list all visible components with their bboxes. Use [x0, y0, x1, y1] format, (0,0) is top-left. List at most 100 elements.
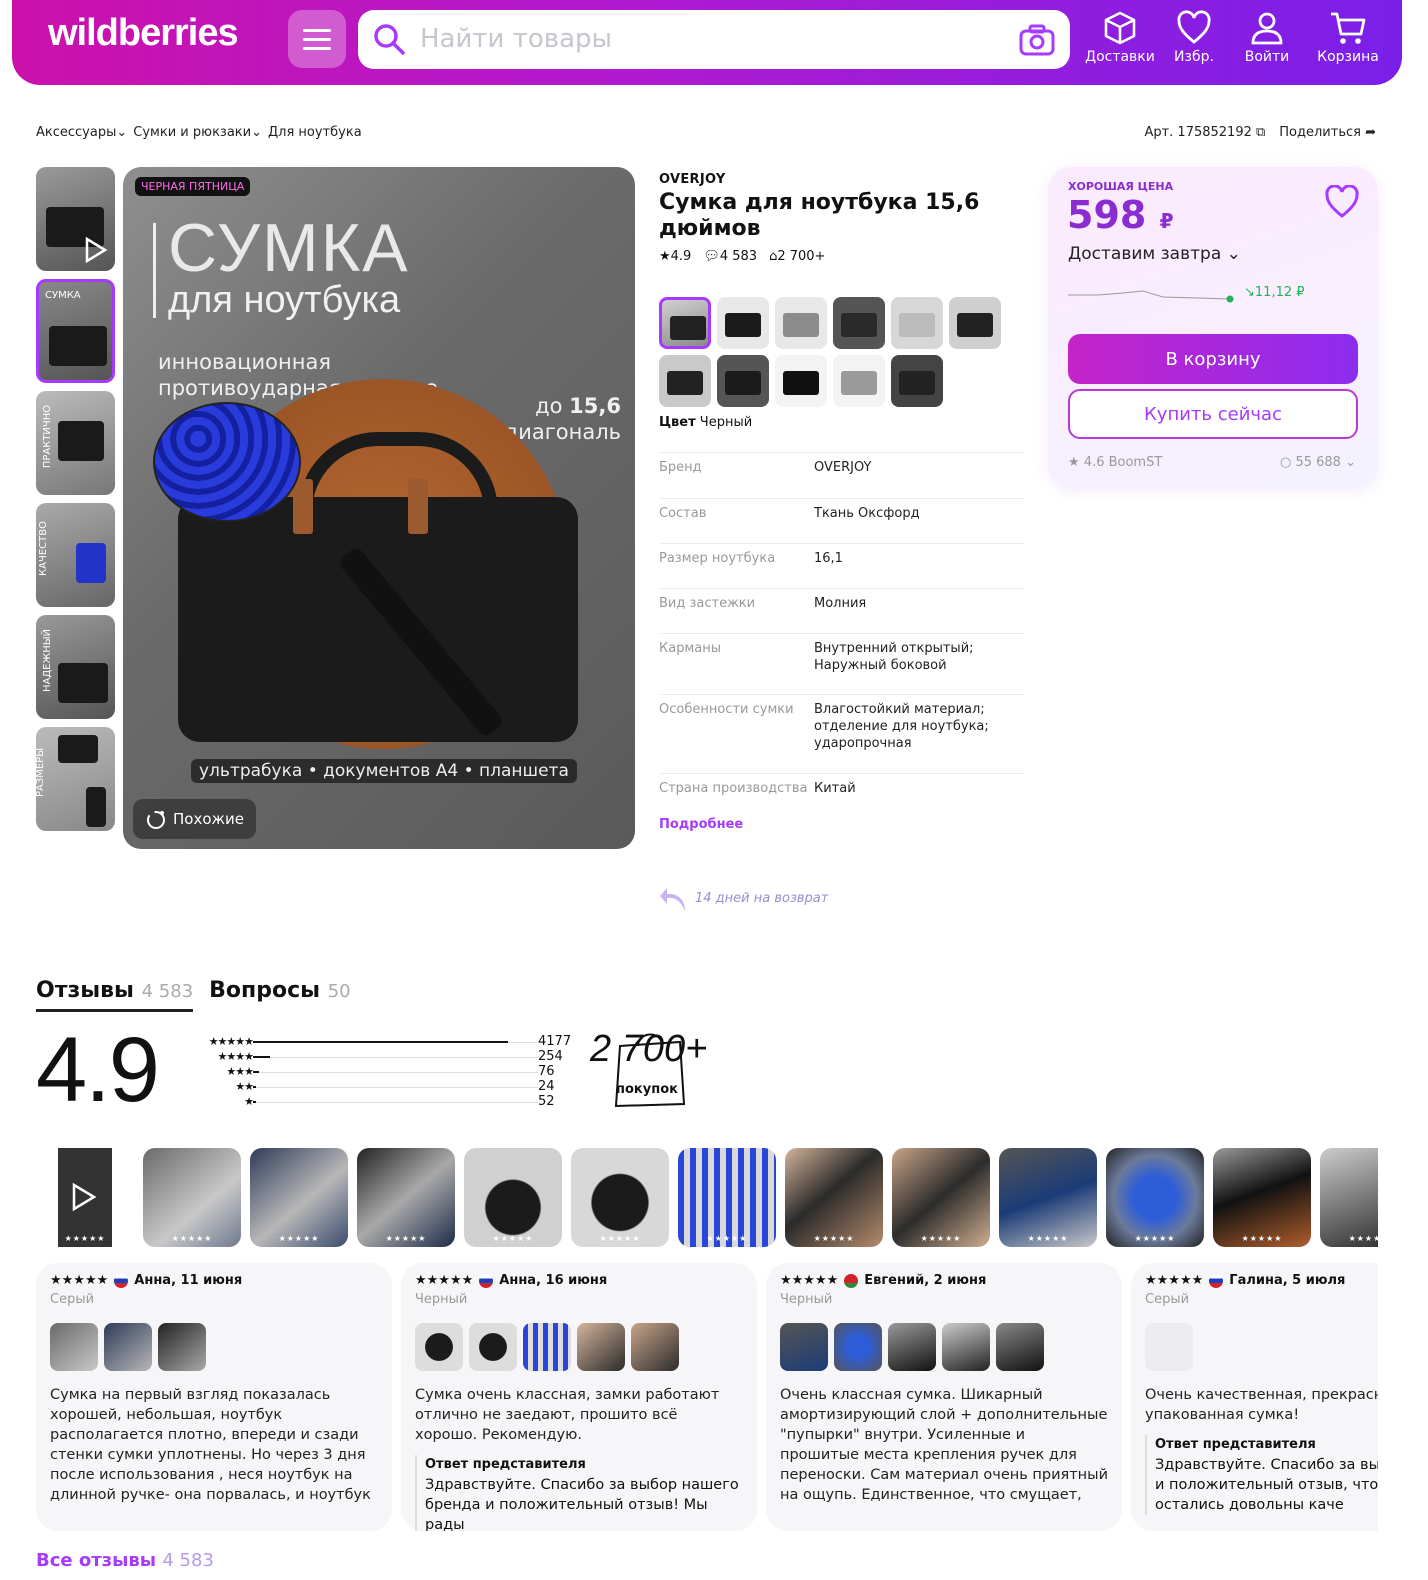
logo[interactable]: wildberries: [48, 12, 239, 55]
review-card: ★★★★★ Галина, 5 июля Серый Очень качестве…: [1131, 1263, 1378, 1531]
color-swatch[interactable]: [717, 355, 769, 407]
review-thumb[interactable]: [104, 1323, 152, 1371]
spec-value: Внутренний открытый; Наруж­ный боковой: [814, 641, 974, 673]
review-thumb[interactable]: [780, 1323, 828, 1371]
buy-now-button[interactable]: Купить сейчас: [1068, 389, 1358, 439]
review-photo[interactable]: ★★★★★: [357, 1148, 455, 1247]
review-photo[interactable]: ★★★★★: [143, 1148, 241, 1247]
seller-rating[interactable]: ★ 4.6 BoomST: [1068, 455, 1162, 470]
color-swatch[interactable]: [659, 355, 711, 407]
rating-bar: ★★★★★ 4177: [183, 1034, 571, 1049]
review-thumb[interactable]: [631, 1323, 679, 1371]
product-title: Сумка для ноутбука 15,6 дюймов: [659, 190, 980, 241]
bar-fill: [253, 1040, 508, 1043]
all-reviews-link[interactable]: Все отзывы 4 583: [36, 1550, 214, 1571]
color-key: Цвет: [659, 415, 696, 430]
review-thumb[interactable]: [523, 1323, 571, 1371]
search-input[interactable]: Найти товары: [420, 24, 612, 123]
favorite-heart-icon[interactable]: [1324, 185, 1360, 219]
review-photo[interactable]: ★★★★★: [1106, 1148, 1204, 1247]
tab-questions[interactable]: Вопросы 50: [209, 978, 350, 1012]
color-label: Цвет Черный: [659, 415, 1024, 430]
review-stars: ★★★★★: [780, 1273, 839, 1288]
delivery-select[interactable]: Доставим завтра ⌄: [1068, 244, 1241, 264]
thumbnail[interactable]: [36, 167, 115, 271]
color-swatch[interactable]: [833, 297, 885, 349]
review-photo[interactable]: ★★★★★: [678, 1148, 776, 1247]
color-swatch[interactable]: [891, 355, 943, 407]
review-photo[interactable]: ★★★★★: [785, 1148, 883, 1247]
similar-button[interactable]: Похожие: [133, 799, 257, 839]
color-swatch[interactable]: [949, 297, 1001, 349]
rating[interactable]: ★4.9: [659, 249, 691, 264]
favorites-link[interactable]: Избр.: [1155, 10, 1233, 65]
photo-stars: ★★★★★: [920, 1234, 962, 1243]
menu-button[interactable]: [288, 10, 346, 68]
return-policy[interactable]: 14 дней на возврат: [659, 883, 828, 913]
review-photo[interactable]: ★★★★★: [1320, 1148, 1378, 1247]
camera-icon[interactable]: [1018, 23, 1056, 57]
review-images: [415, 1323, 743, 1371]
review-photo[interactable]: ★★★★★: [1213, 1148, 1311, 1247]
price-currency: ₽: [1159, 209, 1174, 233]
main-product-image[interactable]: ЧЕРНАЯ ПЯТНИЦА СУМКА для ноутбука иннова…: [123, 167, 635, 849]
tab-reviews[interactable]: Отзывы 4 583: [36, 978, 194, 1012]
color-swatch[interactable]: [833, 355, 885, 407]
review-thumb[interactable]: [577, 1323, 625, 1371]
color-swatch[interactable]: [775, 355, 827, 407]
play-icon: [85, 237, 108, 263]
share-button[interactable]: Поделиться ➦: [1279, 125, 1376, 140]
thumbnail-selected[interactable]: СУМКА: [36, 279, 115, 383]
foam-closeup: [153, 402, 301, 522]
brand-name[interactable]: OVERJOY: [659, 172, 1024, 187]
header: wildberries Найти товары Доставки Избр. …: [12, 0, 1402, 85]
review-photo[interactable]: ★★★★★: [250, 1148, 348, 1247]
review-thumb[interactable]: [888, 1323, 936, 1371]
seller-reviews[interactable]: ○ 55 688 ⌄: [1280, 455, 1356, 470]
review-photo[interactable]: ★★★★★: [36, 1148, 134, 1247]
add-to-cart-button[interactable]: В корзину: [1068, 334, 1358, 384]
seller-answer: Ответ представителя Здравствуйте. Спасибо…: [415, 1455, 743, 1531]
spec-key: Вид застежки: [659, 596, 756, 611]
deliveries-link[interactable]: Доставки: [1081, 10, 1159, 65]
flag-icon: [1209, 1273, 1224, 1288]
breadcrumb-item[interactable]: Для ноутбука: [268, 125, 362, 140]
review-thumb[interactable]: [469, 1323, 517, 1371]
review-photo[interactable]: ★★★★★: [999, 1148, 1097, 1247]
review-thumb[interactable]: [50, 1323, 98, 1371]
flag-icon: [114, 1273, 129, 1288]
review-thumb[interactable]: [834, 1323, 882, 1371]
login-link[interactable]: Войти: [1228, 10, 1306, 65]
review-thumb[interactable]: [996, 1323, 1044, 1371]
breadcrumb-item[interactable]: Аксессуары ⌄: [36, 125, 127, 140]
thumbnail[interactable]: ПРАКТИЧНО: [36, 391, 115, 495]
cart-link[interactable]: Корзина: [1309, 10, 1387, 65]
thumbnail-strip: СУМКА ПРАКТИЧНО КАЧЕСТВО НАДЕЖНЫЙ РАЗМЕР…: [36, 167, 115, 839]
breadcrumb-item[interactable]: Сумки и рюкзаки ⌄: [133, 125, 262, 140]
color-swatch[interactable]: [891, 297, 943, 349]
spec-row: Страна производства Китай: [659, 773, 1024, 813]
image-headline: СУМКА: [168, 210, 410, 286]
color-swatch[interactable]: [659, 297, 711, 349]
review-thumb[interactable]: [942, 1323, 990, 1371]
search-bar[interactable]: Найти товары: [358, 10, 1070, 69]
thumbnail[interactable]: КАЧЕСТВО: [36, 503, 115, 607]
color-swatch[interactable]: [775, 297, 827, 349]
thumbnail[interactable]: НАДЕЖНЫЙ: [36, 615, 115, 719]
article-number[interactable]: Арт. 175852192 ⧉: [1144, 125, 1265, 140]
review-color: Серый: [50, 1292, 95, 1307]
review-photo[interactable]: ★★★★★: [571, 1148, 669, 1247]
price-history-chart[interactable]: [1068, 283, 1238, 313]
review-photo[interactable]: ★★★★★: [892, 1148, 990, 1247]
color-swatch[interactable]: [717, 297, 769, 349]
more-link[interactable]: Подробнее: [659, 817, 1024, 832]
review-card: ★★★★★ Анна, 16 июня Черный Сумка очень кл…: [401, 1263, 757, 1531]
review-photo[interactable]: ★★★★★: [464, 1148, 562, 1247]
reviews-count[interactable]: 💬︎4 583: [703, 249, 757, 264]
thumbnail[interactable]: РАЗМЕРЫ: [36, 727, 115, 831]
review-thumb[interactable]: [415, 1323, 463, 1371]
all-reviews-label: Все отзывы: [36, 1550, 157, 1571]
review-thumb[interactable]: [1145, 1323, 1193, 1371]
spec-value: 16,1: [814, 551, 843, 566]
review-thumb[interactable]: [158, 1323, 206, 1371]
